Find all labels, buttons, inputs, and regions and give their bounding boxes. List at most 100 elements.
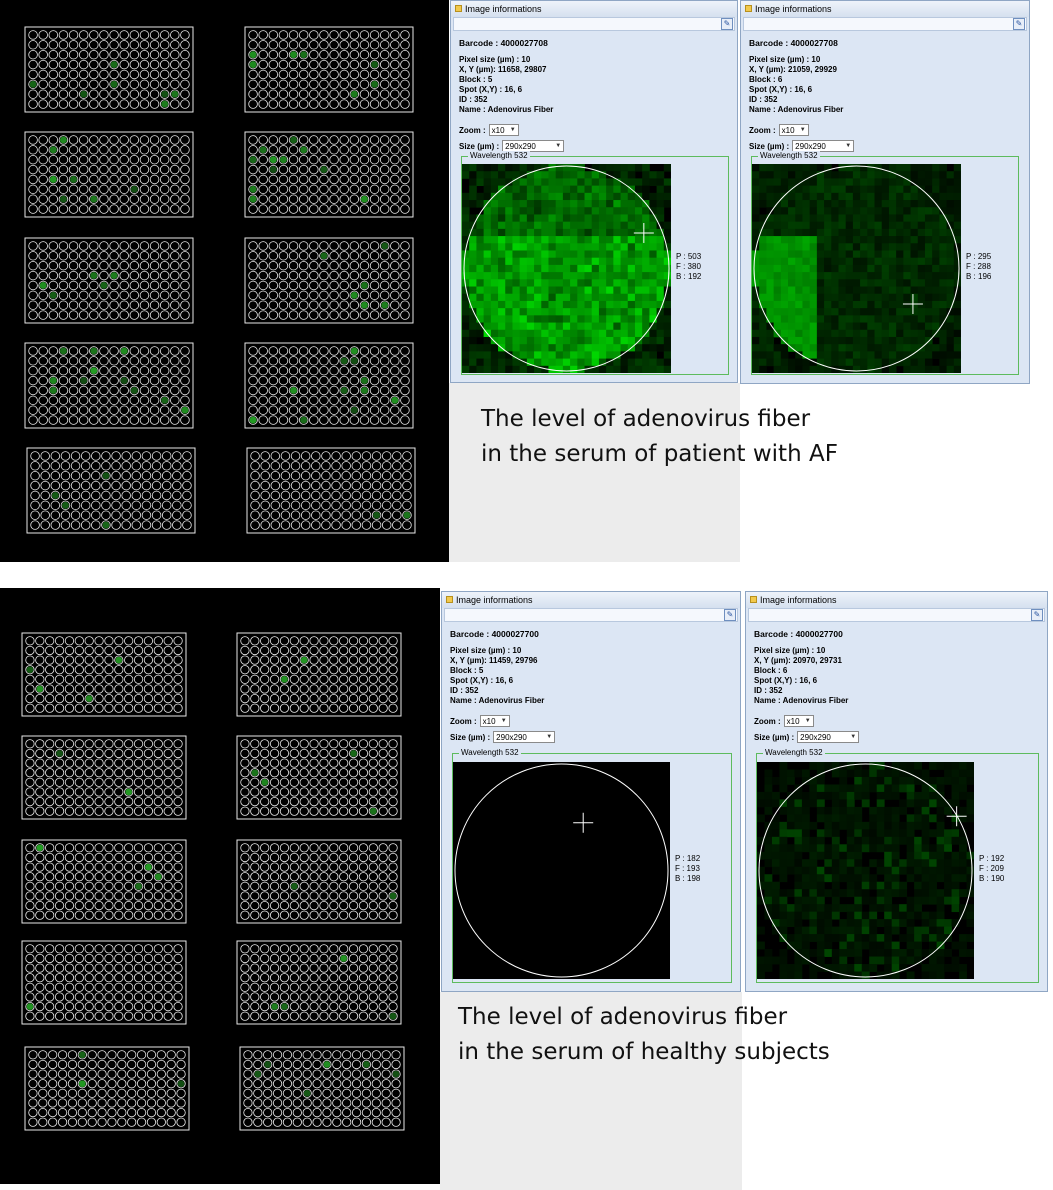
spot-pixel xyxy=(831,851,840,860)
spot-pixel xyxy=(809,934,818,942)
pin-icon[interactable]: ✎ xyxy=(724,609,736,621)
spot-pixel xyxy=(831,243,839,251)
spot-pixel xyxy=(874,236,883,244)
spot-pixel xyxy=(899,799,908,808)
spot-pixel xyxy=(584,243,593,251)
size-row: Size (µm) : 290x290 ▼ xyxy=(754,730,1047,744)
spot-pixel xyxy=(627,272,636,280)
spot-pixel xyxy=(896,293,904,302)
spot-pixel xyxy=(634,221,643,230)
spot-pixel xyxy=(891,926,900,935)
spot-pixel xyxy=(852,336,861,345)
spot-pixel xyxy=(620,200,629,208)
spot-pixel xyxy=(642,192,650,201)
spot-pixel xyxy=(780,300,789,309)
spot-pixel xyxy=(816,836,825,845)
spot-pixel xyxy=(634,286,643,295)
spot-pixel xyxy=(771,821,780,830)
spot-pixel xyxy=(606,214,614,223)
spot-pixel xyxy=(953,178,962,187)
spot-pixel xyxy=(591,185,600,194)
spot-pixel xyxy=(824,192,832,201)
pin-icon[interactable]: ✎ xyxy=(1031,609,1043,621)
spot-id: ID : 352 xyxy=(754,686,783,695)
spot-pixel xyxy=(944,769,952,778)
spot-pixel xyxy=(816,829,825,838)
b-value: B : 196 xyxy=(966,272,992,281)
spot-pixel xyxy=(562,164,571,172)
zoom-row: Zoom : x10 ▼ xyxy=(754,714,1047,728)
spot-pixel xyxy=(759,344,767,352)
pin-icon[interactable]: ✎ xyxy=(1013,18,1025,30)
image-info-panel-healthy-block5: Image informations ✎ Barcode : 400002770… xyxy=(441,591,741,992)
spot-pixel xyxy=(953,358,962,367)
spot-pixel xyxy=(773,221,782,230)
spot-pixel xyxy=(816,286,825,295)
spot-pixel xyxy=(929,889,937,898)
spot-pixel xyxy=(764,859,773,868)
size-select[interactable]: 290x290 ▼ xyxy=(493,731,556,743)
spot-pixel xyxy=(620,228,629,237)
spot-pixel xyxy=(888,315,897,323)
spot-pixel xyxy=(462,336,470,345)
spot-pixel xyxy=(752,164,760,172)
size-label: Size (µm) : xyxy=(459,141,500,151)
spot-pixel xyxy=(606,286,614,295)
spot-pixel xyxy=(921,889,930,898)
spot-pixel xyxy=(929,814,937,823)
array-block xyxy=(244,237,414,324)
spot-pixel xyxy=(773,207,782,215)
spot-pixel xyxy=(831,300,839,309)
spot-pixel xyxy=(598,329,607,338)
spot-pixel xyxy=(861,919,870,928)
zoom-select[interactable]: x10 ▼ xyxy=(479,715,510,727)
spot-pixel xyxy=(903,272,911,280)
spot-pixel xyxy=(966,866,975,875)
spot-pixel xyxy=(809,904,818,913)
zoom-select[interactable]: x10 ▼ xyxy=(778,124,809,136)
spot-pixel xyxy=(953,228,962,237)
spot-pixel xyxy=(946,286,955,295)
spot-pixel xyxy=(816,185,825,194)
spot-pixel xyxy=(613,293,621,302)
spot-pixel xyxy=(642,365,650,374)
spot-pixel xyxy=(953,329,962,338)
spot-pixel xyxy=(766,192,775,201)
spot-pixel xyxy=(876,784,885,793)
spot-pixel xyxy=(469,250,477,259)
spot-pixel xyxy=(824,784,833,793)
spot-pixel xyxy=(634,272,643,280)
spot-pixel xyxy=(606,344,614,352)
zoom-select[interactable]: x10 ▼ xyxy=(783,715,814,727)
spot-pixel xyxy=(860,264,868,273)
zoom-select[interactable]: x10 ▼ xyxy=(488,124,519,136)
size-select[interactable]: 290x290 ▼ xyxy=(797,731,860,743)
pin-icon[interactable]: ✎ xyxy=(721,18,733,30)
spot-pixel xyxy=(771,904,780,913)
spot-pixel xyxy=(824,874,833,883)
spot-pixel xyxy=(469,358,477,367)
spot-pixel xyxy=(831,874,840,883)
spot-pixel xyxy=(846,806,855,815)
spot-xy: Spot (X,Y) : 16, 6 xyxy=(749,85,813,94)
spot-pixel xyxy=(809,926,818,935)
spot-pixel xyxy=(519,286,528,295)
spot-pixel xyxy=(891,904,900,913)
spot-pixel xyxy=(831,791,840,800)
spot-pixel xyxy=(816,851,825,860)
zoom-label: Zoom : xyxy=(459,125,486,135)
spot-pixel xyxy=(924,279,933,287)
spot-pixel xyxy=(884,859,893,868)
spot-pixel xyxy=(534,200,542,208)
spot-pixel xyxy=(759,329,767,338)
spot-pixel xyxy=(498,329,506,338)
spot-pixel xyxy=(831,214,839,223)
spot-pixel xyxy=(831,308,839,316)
spot-pixel xyxy=(861,776,870,785)
spot-pixel xyxy=(656,329,665,338)
spot-pixel xyxy=(649,250,657,259)
spot-pixel xyxy=(752,207,760,215)
spot-pixel xyxy=(861,836,870,845)
spot-pixel xyxy=(839,926,848,935)
spot-pixel xyxy=(891,874,900,883)
